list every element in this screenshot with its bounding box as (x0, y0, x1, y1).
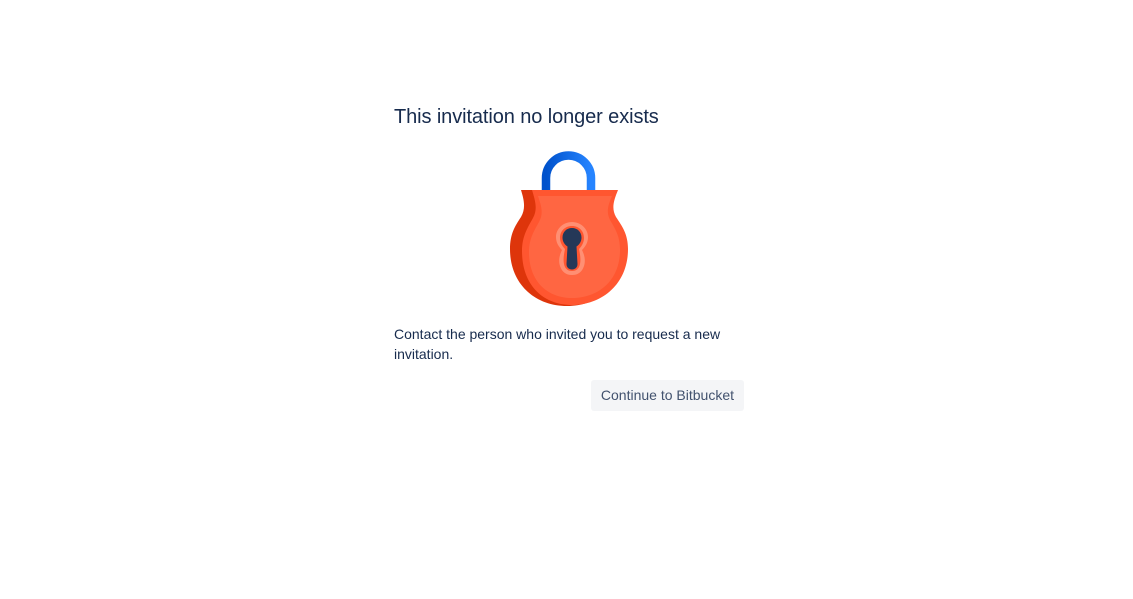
continue-button[interactable]: Continue to Bitbucket (590, 380, 744, 411)
invitation-dialog: This invitation no longer exists Contact… (394, 104, 744, 411)
padlock-icon (508, 148, 630, 308)
invitation-message: Contact the person who invited you to re… (394, 326, 721, 362)
invitation-expired-page: This invitation no longer exists Contact… (0, 0, 1133, 599)
page-title: This invitation no longer exists (394, 106, 659, 128)
dialog-actions: Continue to Bitbucket (590, 380, 744, 411)
